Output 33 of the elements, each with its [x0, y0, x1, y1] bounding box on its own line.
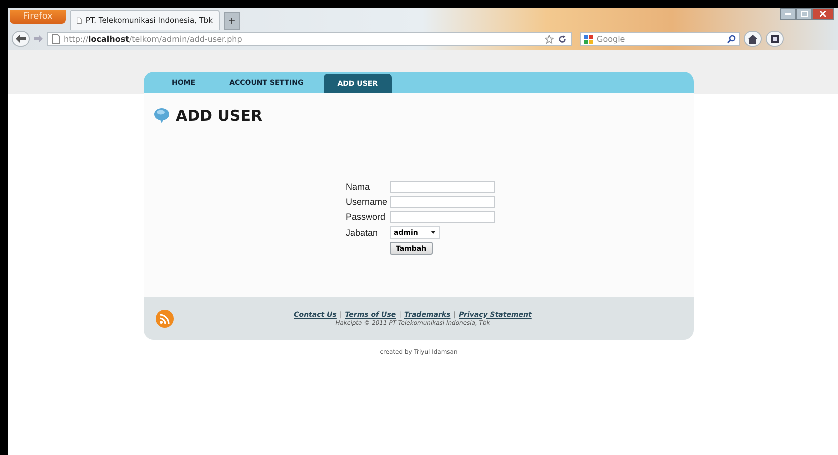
input-field[interactable]	[390, 196, 495, 208]
search-icon[interactable]	[727, 34, 736, 44]
minimize-icon	[785, 13, 791, 15]
input-field[interactable]	[390, 181, 495, 193]
field-label: Jabatan	[346, 228, 380, 238]
password-field[interactable]	[390, 211, 495, 223]
house-icon	[748, 34, 758, 44]
star-icon[interactable]	[545, 34, 554, 44]
toolbar-button[interactable]	[766, 31, 784, 47]
maximize-icon	[800, 11, 808, 17]
page-icon	[52, 34, 60, 44]
square-icon	[771, 35, 779, 43]
field-label: Username	[346, 197, 389, 207]
caret-icon	[431, 231, 436, 234]
rss-icon[interactable]	[156, 310, 174, 328]
search-engine-icon	[584, 34, 593, 44]
address-bar[interactable]: http://localhost/telkom/admin/add-user.php	[47, 32, 572, 46]
new-tab-button[interactable]: +	[224, 12, 240, 30]
close-button[interactable]	[812, 8, 834, 20]
field-label: Password	[346, 212, 387, 222]
home-button[interactable]	[744, 31, 762, 47]
maximize-button[interactable]	[796, 8, 812, 20]
back-arrow-icon	[16, 35, 26, 43]
page-heading: ADD USER	[176, 107, 263, 125]
close-icon	[820, 11, 826, 17]
page-icon	[77, 16, 82, 26]
minimize-button[interactable]	[780, 8, 796, 20]
speech-bubble-icon	[154, 108, 170, 124]
back-button[interactable]	[12, 31, 30, 47]
search-bar[interactable]: Google	[580, 32, 740, 46]
reload-icon[interactable]	[558, 34, 567, 44]
field-label: Nama	[346, 182, 372, 192]
url-text: http://localhost/telkom/admin/add-user.php	[64, 34, 242, 44]
